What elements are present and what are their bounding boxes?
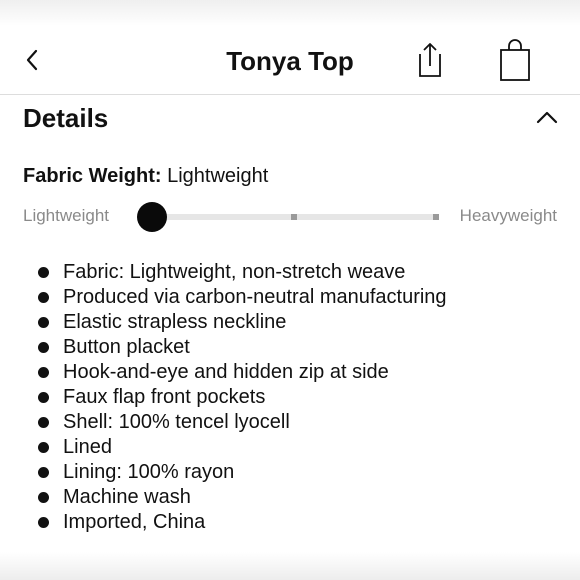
slider-step-tick[interactable] [433, 214, 439, 220]
list-item: Shell: 100% tencel lyocell [38, 410, 447, 435]
list-item-text: Lining: 100% rayon [63, 461, 235, 483]
list-item-text: Faux flap front pockets [63, 386, 266, 408]
bullet-icon [38, 367, 49, 378]
list-item: Elastic strapless neckline [38, 310, 447, 335]
fabric-weight-slider: Lightweight Heavyweight [23, 202, 563, 232]
list-item-text: Fabric: Lightweight, non-stretch weave [63, 261, 406, 283]
list-item-text: Button placket [63, 336, 190, 358]
details-list: Fabric: Lightweight, non-stretch weave Pr… [38, 260, 447, 535]
list-item-text: Machine wash [63, 486, 191, 508]
list-item: Imported, China [38, 510, 447, 535]
list-item: Button placket [38, 335, 447, 360]
slider-min-label: Lightweight [23, 206, 110, 225]
bullet-icon [38, 467, 49, 478]
bullet-icon [38, 292, 49, 303]
share-button[interactable] [414, 40, 444, 80]
list-item-text: Produced via carbon-neutral manufacturin… [63, 286, 447, 308]
collapse-details-button[interactable] [534, 104, 560, 130]
list-item-text: Hook-and-eye and hidden zip at side [63, 361, 389, 383]
top-edge-shadow [0, 0, 580, 26]
bullet-icon [38, 517, 49, 528]
fabric-weight-line: Fabric Weight: Lightweight [23, 163, 268, 189]
bullet-icon [38, 492, 49, 503]
list-item: Faux flap front pockets [38, 385, 447, 410]
bullet-icon [38, 342, 49, 353]
fabric-weight-value: Lightweight [167, 165, 269, 187]
bullet-icon [38, 317, 49, 328]
list-item-text: Shell: 100% tencel lyocell [63, 411, 290, 433]
list-item: Machine wash [38, 485, 447, 510]
bullet-icon [38, 417, 49, 428]
chevron-up-icon [536, 111, 558, 124]
list-item: Fabric: Lightweight, non-stretch weave [38, 260, 447, 285]
list-item-text: Lined [63, 436, 112, 458]
slider-track[interactable] [137, 202, 439, 232]
bullet-icon [38, 442, 49, 453]
bottom-edge-shadow [0, 552, 580, 580]
list-item-text: Imported, China [63, 511, 206, 533]
share-icon [419, 43, 441, 77]
details-heading: Details [23, 103, 109, 133]
app-header: Tonya Top [0, 26, 580, 95]
slider-max-label: Heavyweight [459, 206, 557, 225]
fabric-weight-label: Fabric Weight: [23, 165, 162, 187]
list-item: Hook-and-eye and hidden zip at side [38, 360, 447, 385]
slider-step-tick[interactable] [291, 214, 297, 220]
bullet-icon [38, 392, 49, 403]
bag-button[interactable] [498, 38, 532, 82]
list-item: Produced via carbon-neutral manufacturin… [38, 285, 447, 310]
slider-thumb[interactable] [137, 202, 167, 232]
page-title: Tonya Top [226, 46, 354, 76]
list-item: Lined [38, 435, 447, 460]
list-item-text: Elastic strapless neckline [63, 311, 287, 333]
list-item: Lining: 100% rayon [38, 460, 447, 485]
bullet-icon [38, 267, 49, 278]
shopping-bag-icon [500, 39, 530, 81]
